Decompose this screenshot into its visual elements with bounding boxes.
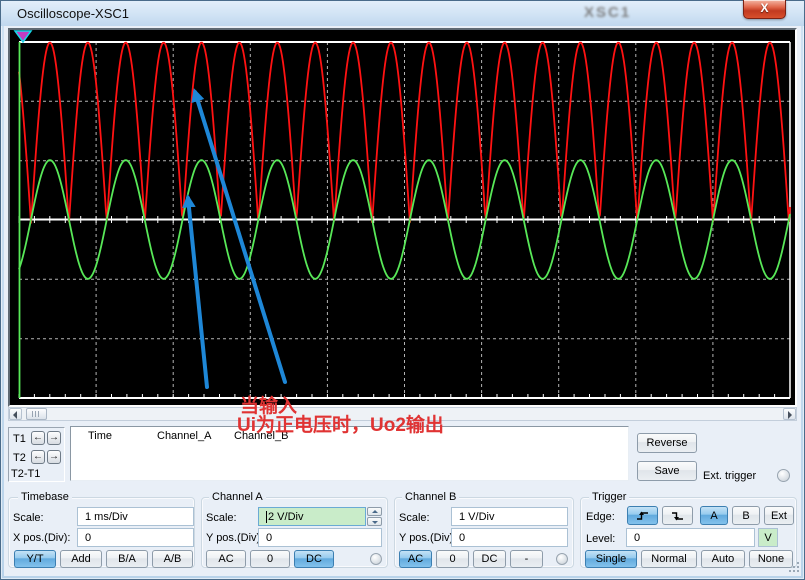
trigger-level-unit: V [758,528,778,547]
arrow-left-icon: ← [33,432,43,443]
background-watermark: XSC1 [584,4,631,21]
channel-a-ypos-value: 0 [266,532,272,544]
annotation-arrows [188,92,285,387]
channel-b-zero-button[interactable]: 0 [436,550,469,568]
reverse-button[interactable]: Reverse [637,433,697,453]
channel-a-ac-button[interactable]: AC [206,550,246,568]
column-header-channel-a: Channel_A [157,430,211,442]
trigger-edge-label: Edge: [586,511,615,523]
trigger-time-marker-icon[interactable] [15,31,31,42]
channel-b-ypos-input[interactable]: 0 [451,528,568,547]
channel-a-select-indicator[interactable] [370,553,382,565]
falling-edge-icon [671,511,684,521]
hscroll-left-button[interactable] [9,408,22,420]
save-button[interactable]: Save [637,461,697,481]
scope-canvas [10,30,795,405]
trigger-level-label: Level: [586,533,615,545]
channel-b-select-indicator[interactable] [556,553,568,565]
arrow-right-icon: → [49,451,59,462]
resize-grip[interactable] [789,570,791,572]
trigger-single-button[interactable]: Single [585,550,637,568]
t2-left-button[interactable]: ← [31,450,45,464]
hscroll-thumb[interactable] [26,408,47,420]
timebase-ba-button[interactable]: B/A [106,550,148,568]
timebase-title: Timebase [18,491,72,503]
timebase-scale-value: 1 ms/Div [85,511,128,523]
close-button[interactable]: X [743,0,786,19]
trigger-source-b-button[interactable]: B [732,506,760,525]
close-icon: X [760,1,768,15]
spinner-down-button[interactable] [367,517,382,526]
t1-right-button[interactable]: → [47,431,61,445]
timebase-yt-button[interactable]: Y/T [14,550,56,568]
ext-trigger-label: Ext. trigger [703,470,756,482]
scope-display [8,28,797,407]
rising-edge-icon [636,511,649,521]
trigger-source-a-button[interactable]: A [700,506,728,525]
timebase-xpos-value: 0 [85,532,91,544]
text-cursor [266,511,267,523]
channel-b-minus-button[interactable]: - [510,550,543,568]
annotation-text-line2: Ui为正电压时，Uo2输出 [237,410,444,437]
trigger-source-ext-button[interactable]: Ext [764,506,794,525]
trigger-normal-button[interactable]: Normal [641,550,697,568]
timebase-add-button[interactable]: Add [60,550,102,568]
scroll-left-icon [13,411,17,419]
channel-a-ypos-label: Y pos.(Div): [206,532,263,544]
t1-left-button[interactable]: ← [31,431,45,445]
channel-b-ypos-label: Y pos.(Div): [399,532,456,544]
timebase-xpos-label: X pos.(Div): [13,532,70,544]
trigger-falling-edge-button[interactable] [662,506,693,525]
t1-label: T1 [13,433,26,445]
t2-t1-label: T2-T1 [11,468,40,480]
trigger-level-value: 0 [634,532,640,544]
trigger-title: Trigger [589,491,629,503]
timebase-scale-label: Scale: [13,512,44,524]
channel-a-title: Channel A [209,491,266,503]
timebase-scale-input[interactable]: 1 ms/Div [77,507,194,526]
channel-b-dc-button[interactable]: DC [473,550,506,568]
chevron-down-icon [372,521,378,524]
channel-b-scale-value: 1 V/Div [459,511,494,523]
ext-trigger-indicator[interactable] [777,469,790,482]
spinner-up-button[interactable] [367,507,382,516]
trigger-auto-button[interactable]: Auto [701,550,745,568]
arrow-left-icon: ← [33,451,43,462]
channel-a-scale-spinner [367,507,382,526]
trace-channel-a [19,43,790,224]
hscroll-right-button[interactable] [783,408,796,420]
channel-a-ypos-input[interactable]: 0 [258,528,382,547]
channel-a-scale-value: 2 V/Div [268,511,303,523]
column-header-time: Time [88,430,112,442]
channel-a-scale-label: Scale: [206,512,237,524]
t2-label: T2 [13,452,26,464]
chevron-up-icon [372,510,378,513]
timebase-xpos-input[interactable]: 0 [77,528,194,547]
channel-b-title: Channel B [402,491,459,503]
trigger-level-input[interactable]: 0 [626,528,755,547]
arrow-right-icon: → [49,432,59,443]
thumb-grip-icon [32,411,41,417]
trigger-rising-edge-button[interactable] [627,506,658,525]
channel-b-scale-input[interactable]: 1 V/Div [451,507,568,526]
channel-b-ypos-value: 0 [459,532,465,544]
t2-right-button[interactable]: → [47,450,61,464]
channel-b-ac-button[interactable]: AC [399,550,432,568]
channel-a-zero-button[interactable]: 0 [250,550,290,568]
trigger-none-button[interactable]: None [749,550,793,568]
channel-a-scale-input[interactable]: 2 V/Div [258,507,366,526]
window-title: Oscilloscope-XSC1 [17,6,129,21]
timebase-ab-button[interactable]: A/B [152,550,193,568]
channel-a-dc-button[interactable]: DC [294,550,334,568]
scroll-right-icon [788,411,792,419]
channel-b-scale-label: Scale: [399,512,430,524]
